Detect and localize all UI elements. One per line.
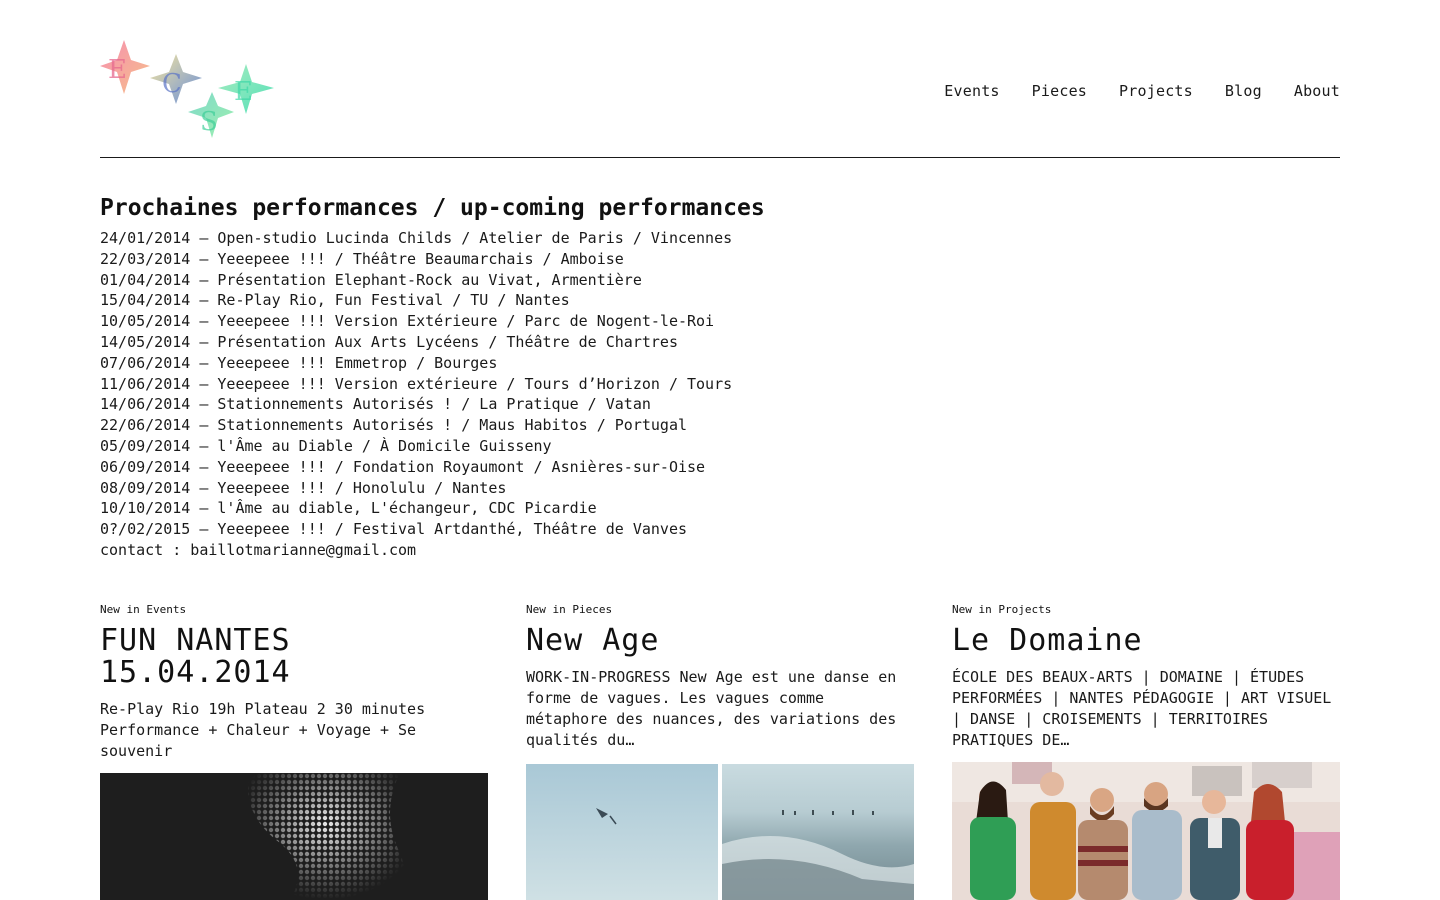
performance-line: 22/03/2014 – Yeeepeee !!! / Théâtre Beau… bbox=[100, 249, 624, 268]
performance-line: 01/04/2014 – Présentation Elephant-Rock … bbox=[100, 270, 642, 289]
events-halftone-image bbox=[100, 773, 488, 900]
performance-line: 05/09/2014 – l'Âme au Diable / À Domicil… bbox=[100, 436, 552, 455]
logo-stars-icon: E C S E bbox=[100, 40, 274, 138]
performance-line: 22/06/2014 – Stationnements Autorisés ! … bbox=[100, 416, 687, 435]
performance-line: 08/09/2014 – Yeeepeee !!! / Honolulu / N… bbox=[100, 478, 507, 497]
events-title-line2[interactable]: 15.04.2014 bbox=[100, 655, 291, 690]
performance-line: 24/01/2014 – Open-studio Lucinda Childs … bbox=[100, 229, 733, 247]
nav-blog[interactable]: Blog bbox=[1225, 82, 1262, 100]
svg-text:C: C bbox=[162, 69, 182, 99]
events-description: Re-Play Rio 19h Plateau 2 30 minutes Per… bbox=[100, 700, 426, 760]
nav-projects[interactable]: Projects bbox=[1119, 82, 1193, 100]
pieces-kicker: New in Pieces bbox=[526, 603, 613, 616]
performance-line: 07/06/2014 – Yeeepeee !!! Emmetrop / Bou… bbox=[100, 353, 498, 372]
events-title-line1[interactable]: FUN NANTES bbox=[100, 623, 291, 658]
performance-line: 14/05/2014 – Présentation Aux Arts Lycée… bbox=[100, 332, 678, 351]
pieces-description: WORK-IN-PROGRESS New Age est une danse e… bbox=[526, 668, 897, 749]
performance-line: 11/06/2014 – Yeeepeee !!! Version extéri… bbox=[100, 374, 733, 393]
performance-line: 10/05/2014 – Yeeepeee !!! Version Extéri… bbox=[100, 312, 715, 331]
events-image[interactable] bbox=[100, 773, 488, 900]
pieces-title[interactable]: New Age bbox=[526, 625, 914, 657]
nav-about[interactable]: About bbox=[1294, 82, 1340, 100]
events-title[interactable]: FUN NANTES 15.04.2014 bbox=[100, 625, 488, 689]
new-in-pieces: New in Pieces New Age WORK-IN-PROGRESS N… bbox=[526, 603, 914, 761]
nav-events[interactable]: Events bbox=[944, 82, 999, 100]
site-header: E C S E Events Pieces Projects Blog Abou… bbox=[100, 0, 1340, 158]
pieces-sky-photo bbox=[526, 764, 718, 900]
projects-group-photo bbox=[952, 762, 1340, 900]
svg-text:E: E bbox=[234, 77, 253, 107]
contact-line[interactable]: contact : baillotmarianne@gmail.com bbox=[100, 540, 1340, 561]
projects-description: ÉCOLE DES BEAUX-ARTS | DOMAINE | ÉTUDES … bbox=[952, 668, 1332, 749]
site-logo[interactable]: E C S E bbox=[100, 38, 280, 148]
upcoming-list: 24/01/2014 – Open-studio Lucinda Childs … bbox=[100, 228, 1340, 561]
pieces-beach-photo bbox=[722, 764, 914, 900]
new-in-events: New in Events FUN NANTES 15.04.2014 Re-P… bbox=[100, 603, 488, 772]
pieces-image[interactable] bbox=[526, 764, 914, 900]
svg-text:S: S bbox=[200, 107, 218, 137]
events-kicker: New in Events bbox=[100, 603, 187, 616]
upcoming-title: Prochaines performances / up-coming perf… bbox=[100, 195, 765, 221]
projects-image[interactable] bbox=[952, 762, 1340, 900]
performance-line: 15/04/2014 – Re-Play Rio, Fun Festival /… bbox=[100, 291, 570, 310]
performance-line: 0?/02/2015 – Yeeepeee !!! / Festival Art… bbox=[100, 520, 687, 539]
performance-line: 06/09/2014 – Yeeepeee !!! / Fondation Ro… bbox=[100, 457, 706, 476]
main-nav: Events Pieces Projects Blog About bbox=[944, 82, 1340, 100]
projects-title[interactable]: Le Domaine bbox=[952, 625, 1340, 657]
performance-line: 10/10/2014 – l'Âme au diable, L'échangeu… bbox=[100, 499, 597, 518]
upcoming-performances: Prochaines performances / up-coming perf… bbox=[100, 194, 1340, 561]
new-in-projects: New in Projects Le Domaine ÉCOLE DES BEA… bbox=[952, 603, 1340, 761]
svg-text:E: E bbox=[108, 55, 127, 85]
performance-line: 14/06/2014 – Stationnements Autorisés ! … bbox=[100, 395, 651, 414]
projects-kicker: New in Projects bbox=[952, 603, 1052, 616]
nav-pieces[interactable]: Pieces bbox=[1032, 82, 1087, 100]
